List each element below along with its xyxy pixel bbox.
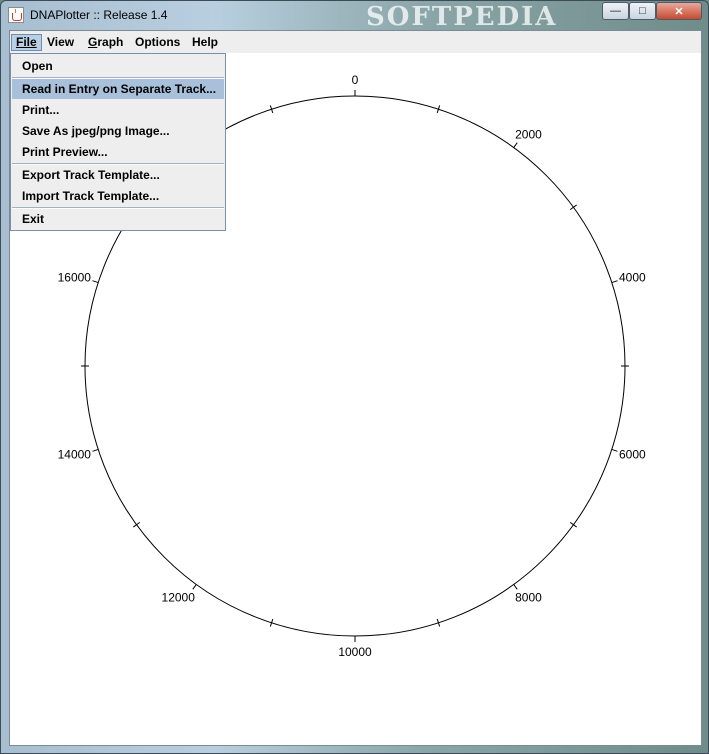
menu-item-import-template[interactable]: Import Track Template...	[12, 186, 224, 206]
menu-item-print[interactable]: Print...	[12, 100, 224, 120]
tick-label: 10000	[338, 645, 372, 659]
close-icon: ✕	[674, 5, 684, 18]
watermark-text: SOFTPEDIA	[366, 2, 558, 32]
minimize-icon: —	[610, 5, 621, 17]
tick-label: 2000	[515, 128, 542, 142]
major-tick	[513, 584, 518, 590]
file-dropdown-menu: Open Read in Entry on Separate Track... …	[10, 53, 226, 231]
menu-bar: File View Graph Options Help	[10, 31, 701, 54]
major-tick	[513, 142, 518, 148]
close-button[interactable]: ✕	[656, 2, 702, 20]
minor-tick	[133, 521, 141, 528]
app-window: DNAPlotter :: Release 1.4 SOFTPEDIA — □ …	[0, 0, 709, 754]
tick-label: 0	[352, 73, 359, 87]
menu-help[interactable]: Help	[188, 34, 222, 51]
menu-item-open[interactable]: Open	[12, 56, 224, 76]
tick-label: 4000	[619, 271, 646, 285]
menu-view[interactable]: View	[43, 34, 78, 51]
menu-item-export-template[interactable]: Export Track Template...	[12, 165, 224, 185]
menu-options[interactable]: Options	[131, 34, 184, 51]
major-tick	[611, 280, 618, 284]
minimize-button[interactable]: —	[602, 2, 629, 20]
tick-label: 12000	[162, 590, 196, 604]
minor-tick	[569, 521, 577, 528]
minor-tick	[569, 204, 577, 211]
maximize-button[interactable]: □	[629, 2, 656, 20]
menu-file[interactable]: File	[11, 34, 42, 51]
menu-item-exit[interactable]: Exit	[12, 209, 224, 229]
tick-label: 8000	[515, 590, 542, 604]
tick-label: 16000	[58, 271, 92, 285]
window-title: DNAPlotter :: Release 1.4	[30, 8, 168, 22]
menu-graph[interactable]: Graph	[84, 34, 127, 51]
major-tick	[611, 448, 618, 452]
major-tick	[92, 280, 99, 284]
maximize-icon: □	[639, 5, 646, 17]
tick-label: 14000	[58, 447, 92, 461]
menu-item-save-as-image[interactable]: Save As jpeg/png Image...	[12, 121, 224, 141]
client-area: File View Graph Options Help 0 2000 4000 60…	[9, 30, 702, 746]
tick-label: 6000	[619, 447, 646, 461]
menu-item-print-preview[interactable]: Print Preview...	[12, 142, 224, 162]
major-tick	[192, 584, 197, 590]
menu-item-read-entry[interactable]: Read in Entry on Separate Track...	[12, 79, 224, 99]
title-bar[interactable]: DNAPlotter :: Release 1.4 SOFTPEDIA — □ …	[1, 1, 708, 32]
major-tick	[92, 448, 99, 452]
java-app-icon[interactable]	[8, 7, 24, 23]
